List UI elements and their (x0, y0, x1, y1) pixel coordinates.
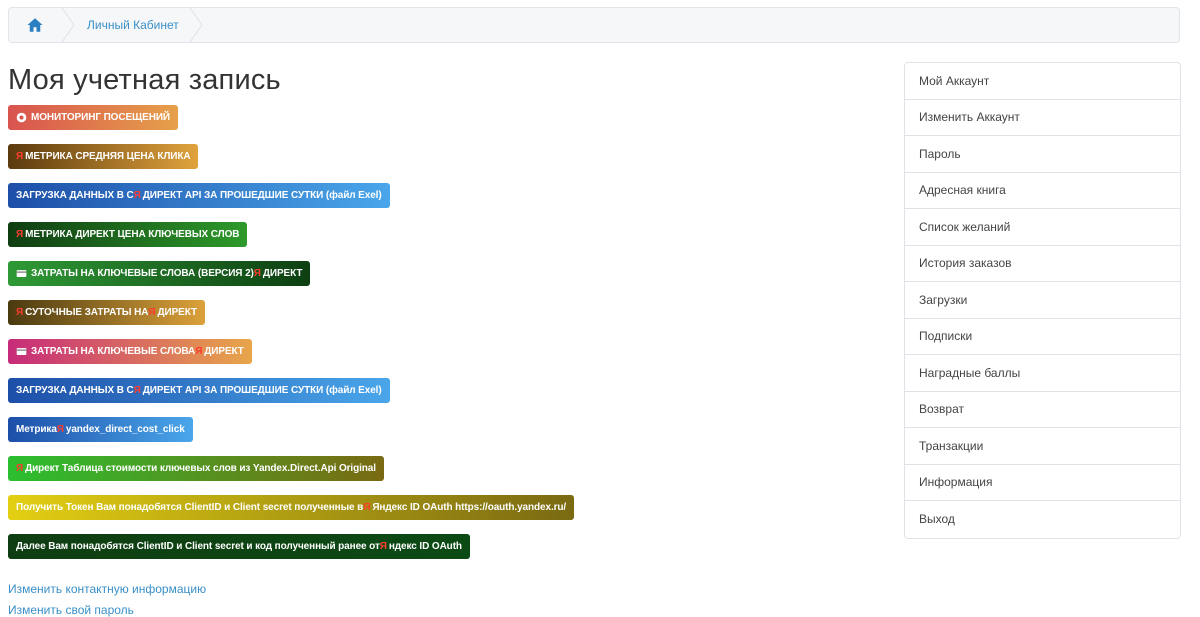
yandex-letter: Я (379, 541, 387, 552)
breadcrumb: Личный Кабинет (8, 7, 1180, 43)
tool-button[interactable]: ЗАТРАТЫ НА КЛЮЧЕВЫЕ СЛОВА (ВЕРСИЯ 2) Я ДИ… (8, 261, 311, 286)
tool-button-label: ДИРЕКТ (262, 268, 303, 279)
tool-button-label: ЗАГРУЗКА ДАННЫХ В С (16, 385, 134, 396)
tool-button-label: ДИРЕКТ API ЗА ПРОШЕДШИЕ СУТКИ (файл Exel… (142, 190, 382, 201)
yandex-letter: Я (16, 307, 24, 318)
tool-button-label: yandex_direct_cost_click (65, 424, 185, 435)
yandex-letter: Я (195, 346, 203, 357)
sidebar-item[interactable]: Транзакции (905, 428, 1180, 465)
tool-button[interactable]: Получить Токен Вам понадобятся ClientID … (8, 495, 575, 520)
tool-button[interactable]: Я МЕТРИКА СРЕДНЯЯ ЦЕНА КЛИКА (8, 144, 199, 169)
sidebar-item[interactable]: Пароль (905, 136, 1180, 173)
money-icon (16, 268, 27, 279)
tool-button[interactable]: Я СУТОЧНЫЕ ЗАТРАТЫ НА Я ДИРЕКТ (8, 300, 205, 325)
yandex-letter: Я (16, 229, 24, 240)
tool-button-label: ЗАГРУЗКА ДАННЫХ В С (16, 190, 134, 201)
tool-button[interactable]: ЗАТРАТЫ НА КЛЮЧЕВЫЕ СЛОВА Я ДИРЕКТ (8, 339, 252, 364)
eye-icon (16, 112, 27, 123)
sidebar-item[interactable]: Изменить Аккаунт (905, 100, 1180, 136)
tool-button-label: ЗАТРАТЫ НА КЛЮЧЕВЫЕ СЛОВА (ВЕРСИЯ 2) (31, 268, 254, 279)
yandex-letter: Я (253, 268, 261, 279)
sidebar-item[interactable]: Мой Аккаунт (905, 63, 1180, 100)
page-title: Моя учетная запись (8, 64, 281, 96)
breadcrumb-separator (61, 8, 75, 42)
tool-button[interactable]: Метрика Яyandex_direct_cost_click (8, 417, 193, 442)
tool-button-label: ЗАТРАТЫ НА КЛЮЧЕВЫЕ СЛОВА (31, 346, 196, 357)
tool-button-label: СУТОЧНЫЕ ЗАТРАТЫ НА (25, 307, 149, 318)
sidebar-item[interactable]: Подписки (905, 319, 1180, 355)
tool-button[interactable]: Далее Вам понадобятся ClientID и Client … (8, 534, 470, 559)
sidebar-item[interactable]: История заказов (905, 246, 1180, 282)
tool-button[interactable]: ЗАГРУЗКА ДАННЫХ В С Я ДИРЕКТ API ЗА ПРОШЕ… (8, 183, 390, 208)
sidebar-item[interactable]: Наградные баллы (905, 355, 1180, 392)
sidebar-item[interactable]: Список желаний (905, 209, 1180, 246)
sidebar-item[interactable]: Выход (905, 501, 1180, 538)
tool-buttons: МОНИТОРИНГ ПОСЕЩЕНИЙ Я МЕТРИКА СРЕДНЯЯ ЦЕН… (8, 105, 575, 573)
tool-button[interactable]: ЗАГРУЗКА ДАННЫХ В С Я ДИРЕКТ API ЗА ПРОШЕ… (8, 378, 390, 403)
tool-button-label: МЕТРИКА ДИРЕКТ ЦЕНА КЛЮЧЕВЫХ СЛОВ (25, 229, 240, 240)
tool-button-label: Далее Вам понадобятся ClientID и Client … (16, 541, 380, 552)
home-icon (27, 18, 43, 32)
tool-button[interactable]: Я Директ Таблица стоимости ключевых слов … (8, 456, 384, 481)
yandex-letter: Я (16, 463, 24, 474)
tool-button-label: МЕТРИКА СРЕДНЯЯ ЦЕНА КЛИКА (25, 151, 191, 162)
tool-button[interactable]: Я МЕТРИКА ДИРЕКТ ЦЕНА КЛЮЧЕВЫХ СЛОВ (8, 222, 248, 247)
edit-password-link[interactable]: Изменить свой пароль (8, 603, 134, 617)
yandex-letter: Я (133, 385, 141, 396)
yandex-letter: Я (56, 424, 64, 435)
yandex-letter: Я (148, 307, 156, 318)
yandex-letter: Я (16, 151, 24, 162)
sidebar-item[interactable]: Информация (905, 465, 1180, 501)
money-icon (16, 346, 27, 357)
sidebar-item[interactable]: Адресная книга (905, 173, 1180, 209)
tool-button-label: МОНИТОРИНГ ПОСЕЩЕНИЙ (31, 112, 170, 123)
tool-button[interactable]: МОНИТОРИНГ ПОСЕЩЕНИЙ (8, 105, 178, 130)
tool-button-label: Директ Таблица стоимости ключевых слов и… (25, 463, 376, 474)
tool-button-label: ДИРЕКТ (157, 307, 197, 318)
tool-button-label: ндекс ID OAuth (388, 541, 462, 552)
account-sidebar: Мой Аккаунт Изменить Аккаунт Пароль Адресна… (904, 62, 1181, 539)
breadcrumb-home[interactable] (9, 8, 61, 42)
breadcrumb-separator (189, 8, 203, 42)
tool-button-label: Яндекс ID OAuth https://oauth.yandex.ru/ (372, 502, 567, 513)
tool-button-label: Получить Токен Вам понадобятся ClientID … (16, 502, 364, 513)
sidebar-item[interactable]: Загрузки (905, 282, 1180, 319)
yandex-letter: Я (363, 502, 371, 513)
tool-button-label: Метрика (16, 424, 57, 435)
tool-button-label: ДИРЕКТ API ЗА ПРОШЕДШИЕ СУТКИ (файл Exel… (142, 385, 382, 396)
edit-contact-link[interactable]: Изменить контактную информацию (8, 582, 206, 596)
breadcrumb-item-account[interactable]: Личный Кабинет (75, 18, 189, 32)
sidebar-item[interactable]: Возврат (905, 392, 1180, 428)
yandex-letter: Я (133, 190, 141, 201)
tool-button-label: ДИРЕКТ (204, 346, 244, 357)
